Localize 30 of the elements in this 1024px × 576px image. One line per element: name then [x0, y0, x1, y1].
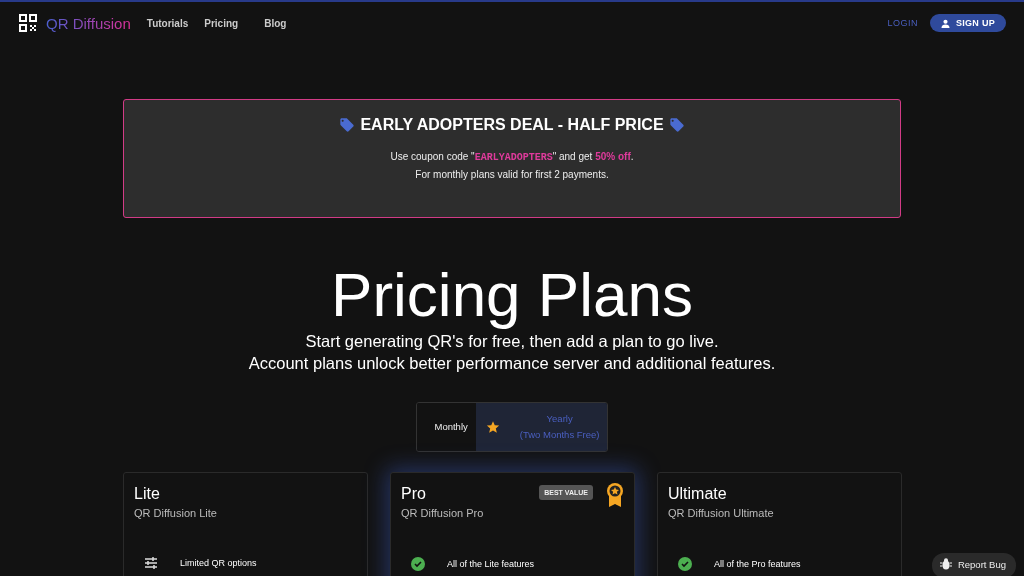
feature-text: Limited QR options: [180, 558, 257, 568]
feature-text: All of the Pro features: [714, 559, 801, 569]
plan-subtitle: QR Diffusion Lite: [134, 507, 217, 519]
star-icon: [485, 420, 500, 434]
bug-icon: [939, 558, 952, 570]
tag-icon: [339, 117, 356, 133]
nav-link[interactable]: Blog: [262, 17, 289, 29]
plan-name: Ultimate: [668, 485, 727, 503]
subtitle: Start generating QR's for free, then add a plan to go live.: [305, 331, 719, 352]
nav-link[interactable]: Pricing: [202, 17, 241, 29]
nav-link[interactable]: Tutorials: [144, 17, 191, 29]
feature-text: All of the Lite features: [447, 559, 535, 569]
person-icon: [940, 18, 950, 28]
sign-up-button[interactable]: SIGN UP: [929, 14, 1006, 32]
check-circle-icon: [678, 557, 692, 571]
award-icon: [605, 482, 625, 508]
page-title: Pricing Plans: [331, 260, 693, 330]
plan-name: Pro: [401, 485, 426, 503]
deal-text: Use coupon code "EARLYADOPTERS" and get 50% off.: [390, 150, 634, 165]
check-circle-icon: [411, 557, 425, 571]
plan-name: Lite: [134, 485, 160, 503]
plan-subtitle: QR Diffusion Ultimate: [668, 507, 774, 519]
plan-subtitle: QR Diffusion Pro: [401, 507, 484, 519]
subtitle: Account plans unlock better performance server and additional features.: [248, 353, 776, 374]
sliders-icon: [144, 557, 158, 569]
report-bug-button[interactable]: Report Bug: [931, 553, 1016, 576]
qr-code-icon[interactable]: [18, 13, 38, 33]
deal-text: For monthly plans valid for first 2 payments.: [415, 168, 609, 182]
tag-icon: [668, 117, 685, 133]
deal-title: EARLY ADOPTERS DEAL - HALF PRICE: [360, 116, 664, 134]
